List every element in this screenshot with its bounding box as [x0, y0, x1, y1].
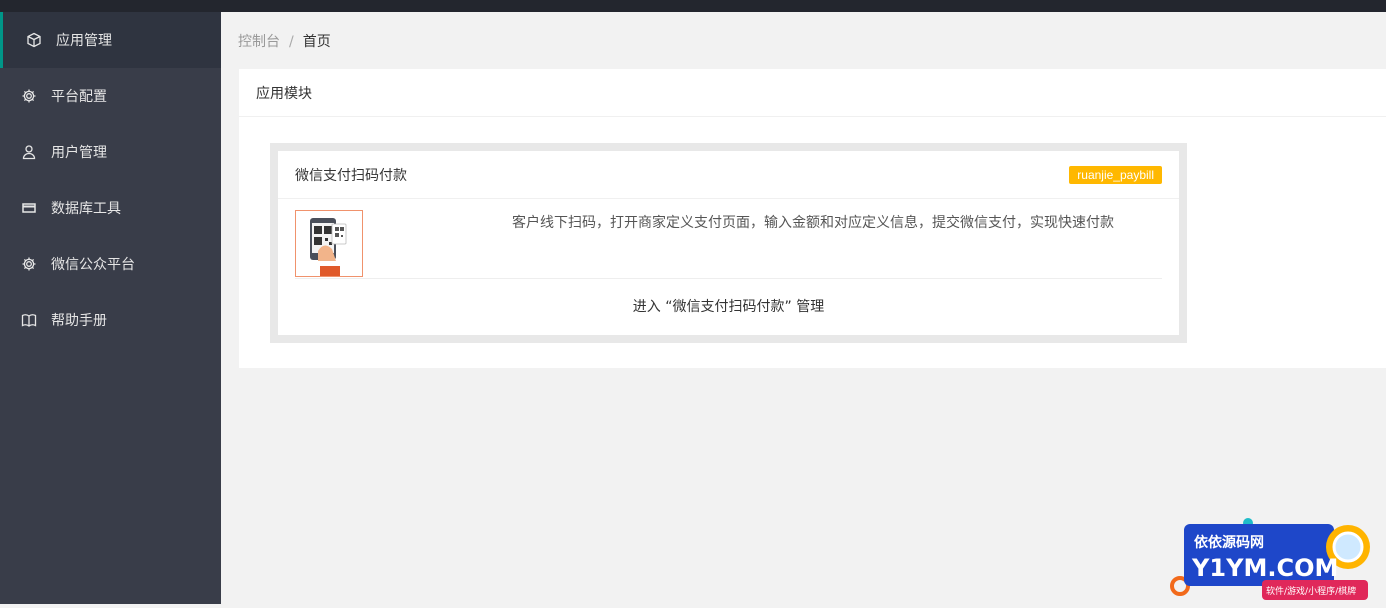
sidebar-item-label: 帮助手册: [51, 313, 107, 329]
site-watermark-logo: 依依源码网 Y1YM.COM 软件/游戏/小程序/棋牌: [1166, 514, 1386, 604]
sidebar-item-platform-config[interactable]: 平台配置: [0, 68, 221, 124]
sidebar-item-label: 用户管理: [51, 145, 107, 161]
sidebar-item-database-tools[interactable]: 数据库工具: [0, 180, 221, 236]
app-description: 客户线下扫码，打开商家定义支付页面，输入金额和对应定义信息，提交微信支付，实现快…: [512, 215, 1114, 231]
breadcrumb-current: 首页: [302, 34, 331, 50]
sidebar-item-wechat-platform[interactable]: 微信公众平台: [0, 236, 221, 292]
panel-title: 应用模块: [239, 69, 1386, 117]
sidebar-item-label: 微信公众平台: [51, 257, 135, 273]
sidebar-item-help-manual[interactable]: 帮助手册: [0, 292, 221, 348]
app-tag-badge: ruanjie_paybill: [1069, 165, 1162, 184]
breadcrumb-separator: /: [289, 34, 294, 50]
svg-text:软件/游戏/小程序/棋牌: 软件/游戏/小程序/棋牌: [1266, 585, 1356, 597]
svg-text:依依源码网: 依依源码网: [1194, 534, 1264, 551]
database-icon: [20, 199, 38, 217]
gear-icon: [20, 87, 38, 105]
qr-scan-phone-icon: [295, 210, 363, 277]
breadcrumb-root-link[interactable]: 控制台: [238, 34, 280, 50]
app-card-body: 客户线下扫码，打开商家定义支付页面，输入金额和对应定义信息，提交微信支付，实现快…: [295, 199, 1162, 279]
sidebar-item-app-management[interactable]: 应用管理: [0, 12, 221, 68]
svg-text:Y1YM.COM: Y1YM.COM: [1191, 554, 1338, 582]
app-card-title: 微信支付扫码付款: [295, 167, 407, 184]
user-icon: [20, 143, 38, 161]
app-modules-panel: 应用模块 微信支付扫码付款 ruanjie_paybill 客户线下扫码，打开商…: [239, 69, 1386, 368]
app-card-wrapper: 微信支付扫码付款 ruanjie_paybill 客户线下扫码，打开商家定义支付…: [270, 143, 1187, 343]
sidebar-item-user-management[interactable]: 用户管理: [0, 124, 221, 180]
sidebar: 应用管理 平台配置 用户管理 数据库工具 微信公众平台 帮助手册: [0, 12, 221, 604]
top-bar: [0, 0, 1386, 12]
app-card-header: 微信支付扫码付款 ruanjie_paybill: [278, 151, 1179, 199]
cube-icon: [25, 31, 43, 49]
sidebar-item-label: 应用管理: [56, 33, 112, 49]
book-icon: [20, 311, 38, 329]
app-manage-link[interactable]: 进入 “微信支付扫码付款” 管理: [278, 279, 1179, 332]
breadcrumb: 控制台 / 首页: [238, 31, 331, 51]
sidebar-item-label: 平台配置: [51, 89, 107, 105]
app-card: 微信支付扫码付款 ruanjie_paybill 客户线下扫码，打开商家定义支付…: [278, 151, 1179, 335]
gear-icon: [20, 255, 38, 273]
sidebar-item-label: 数据库工具: [51, 201, 121, 217]
